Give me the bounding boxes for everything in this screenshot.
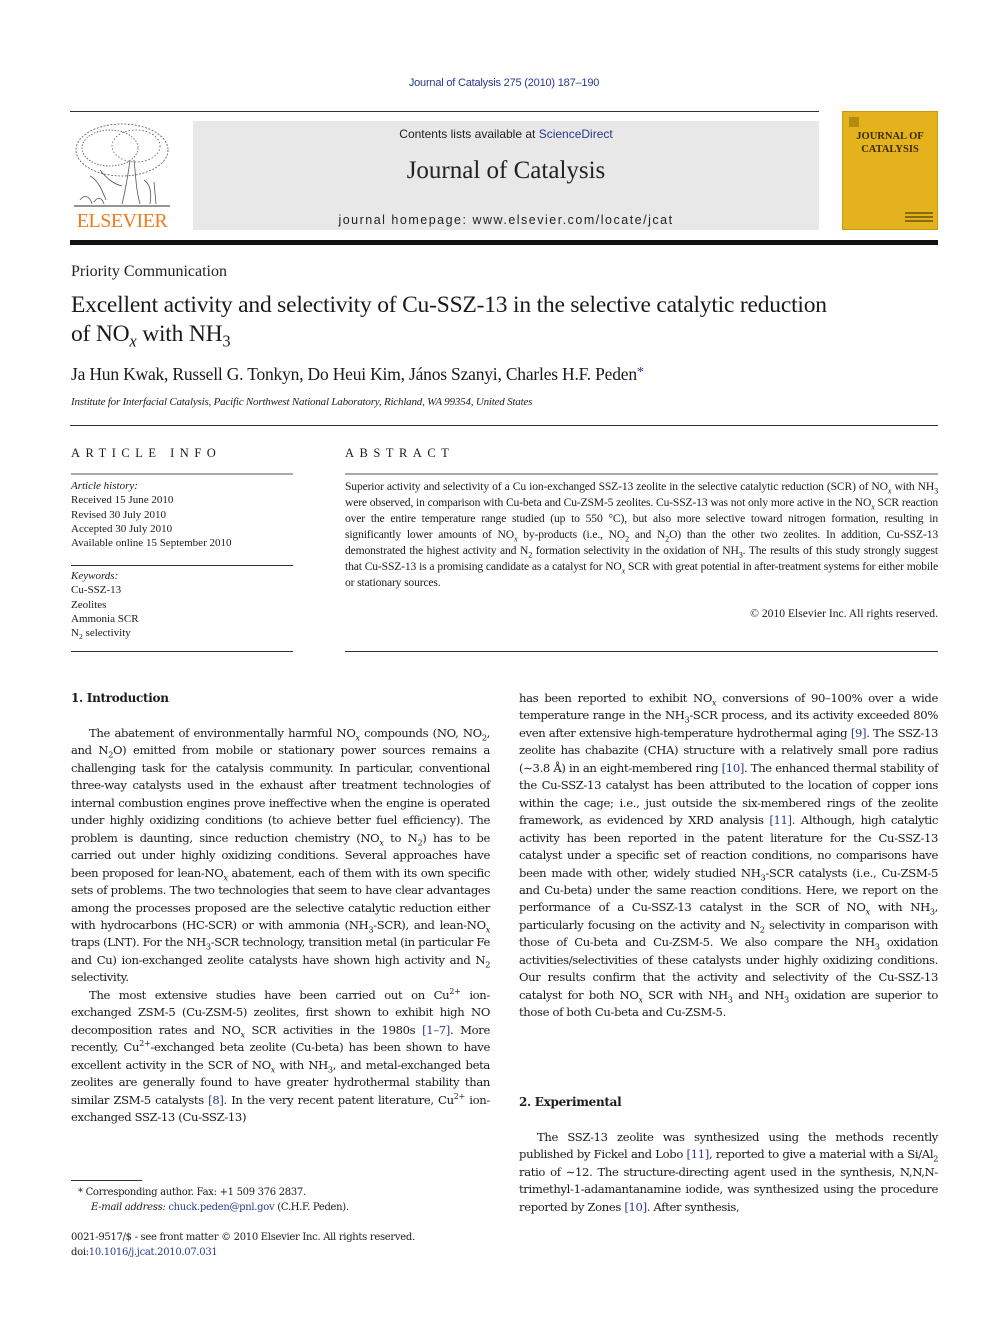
contents-prefix: Contents lists available at xyxy=(399,127,539,141)
reference-link[interactable]: [11] xyxy=(769,813,792,827)
header-thick-rule xyxy=(70,240,938,245)
email-label: E-mail address: xyxy=(91,1202,169,1213)
affiliation: Institute for Interfacial Catalysis, Pac… xyxy=(71,396,533,408)
email-link[interactable]: chuck.peden@pnl.gov xyxy=(168,1202,274,1213)
article-info-bottom-rule xyxy=(71,651,293,652)
keyword-item: Cu-SSZ-13 xyxy=(71,584,122,597)
intro-paragraph-1: The abatement of environmentally harmful… xyxy=(71,726,491,985)
abstract-copyright: © 2010 Elsevier Inc. All rights reserved… xyxy=(750,607,938,620)
cover-title: JOURNAL OF CATALYSIS xyxy=(843,130,937,156)
experimental-paragraph-1: The SSZ-13 zeolite was synthesized using… xyxy=(519,1130,938,1214)
article-info-heading: ARTICLE INFO xyxy=(71,446,222,460)
cover-badge-icon xyxy=(905,212,933,224)
introduction-body-continued: has been reported to exhibit NOx convers… xyxy=(519,690,938,1022)
journal-citation-link[interactable]: Journal of Catalysis 275 (2010) 187–190 xyxy=(0,77,992,89)
front-matter: 0021-9517/$ - see front matter © 2010 El… xyxy=(71,1230,415,1260)
keyword-item: Ammonia SCR xyxy=(71,612,139,625)
introduction-body: The abatement of environmentally harmful… xyxy=(71,725,490,1126)
experimental-body: The SSZ-13 zeolite was synthesized using… xyxy=(519,1129,938,1216)
history-label: Article history: xyxy=(71,480,138,492)
intro-paragraph-2-continued: has been reported to exhibit NOx convers… xyxy=(519,691,939,1020)
article-title: Excellent activity and selectivity of Cu… xyxy=(71,291,941,349)
journal-masthead: Contents lists available at ScienceDirec… xyxy=(193,121,819,230)
keywords-label: Keywords: xyxy=(71,570,119,582)
article-history: Article history: Received 15 June 2010 R… xyxy=(71,479,293,550)
footnote-text: Corresponding author. Fax: +1 509 376 28… xyxy=(82,1187,307,1198)
abstract-text: Superior activity and selectivity of a C… xyxy=(345,480,938,589)
abstract-rule xyxy=(345,473,938,475)
cover-title-line1: JOURNAL OF xyxy=(856,131,924,142)
reference-link[interactable]: [11] xyxy=(687,1147,710,1161)
section-heading-introduction: 1. Introduction xyxy=(71,691,169,705)
keyword-item: Zeolites xyxy=(71,598,107,611)
corresponding-author-link[interactable]: * xyxy=(637,365,644,380)
history-online: Available online 15 September 2010 xyxy=(71,537,232,550)
abstract-heading: ABSTRACT xyxy=(345,446,455,460)
keywords-rule xyxy=(71,565,293,566)
abstract-bottom-rule xyxy=(345,651,938,652)
contents-line: Contents lists available at ScienceDirec… xyxy=(193,127,819,141)
reference-link[interactable]: [1–7] xyxy=(422,1023,450,1037)
article-info-rule xyxy=(71,473,293,475)
title-line-2: of NOx with NH3 xyxy=(71,321,231,351)
reference-link[interactable]: [8] xyxy=(208,1093,224,1107)
sciencedirect-link[interactable]: ScienceDirect xyxy=(539,127,613,141)
journal-homepage-link[interactable]: journal homepage: www.elsevier.com/locat… xyxy=(193,213,819,227)
keyword-item: N2 selectivity xyxy=(71,627,131,642)
header-divider xyxy=(70,111,819,112)
authors-text: Ja Hun Kwak, Russell G. Tonkyn, Do Heui … xyxy=(71,364,637,384)
journal-cover-thumbnail: JOURNAL OF CATALYSIS xyxy=(842,111,938,230)
intro-paragraph-2: The most extensive studies have been car… xyxy=(71,985,491,1124)
corresponding-author-footnote: * Corresponding author. Fax: +1 509 376 … xyxy=(78,1185,349,1215)
doi-link[interactable]: 10.1016/j.jcat.2010.07.031 xyxy=(89,1247,218,1258)
reference-link[interactable]: [10] xyxy=(722,761,745,775)
keywords: Keywords: Cu-SSZ-13 Zeolites Ammonia SCR… xyxy=(71,569,293,642)
doi-label: doi: xyxy=(71,1247,89,1258)
author-list: Ja Hun Kwak, Russell G. Tonkyn, Do Heui … xyxy=(71,364,644,385)
elsevier-wordmark: ELSEVIER xyxy=(76,210,168,232)
title-divider xyxy=(70,425,938,426)
reference-link[interactable]: [10] xyxy=(624,1200,647,1214)
email-suffix: (C.H.F. Peden). xyxy=(274,1202,349,1213)
cover-logo-icon xyxy=(849,117,859,127)
article-type: Priority Communication xyxy=(71,263,227,280)
footnote-rule xyxy=(71,1180,142,1181)
tree-icon xyxy=(74,123,170,207)
journal-name: Journal of Catalysis xyxy=(406,157,606,184)
cover-title-line2: CATALYSIS xyxy=(861,144,919,155)
reference-link[interactable]: [9] xyxy=(851,726,867,740)
history-accepted: Accepted 30 July 2010 xyxy=(71,522,173,535)
history-received: Received 15 June 2010 xyxy=(71,494,174,507)
history-revised: Revised 30 July 2010 xyxy=(71,508,167,521)
title-line-1: Excellent activity and selectivity of Cu… xyxy=(71,292,827,318)
section-heading-experimental: 2. Experimental xyxy=(519,1095,622,1109)
issn-line: 0021-9517/$ - see front matter © 2010 El… xyxy=(71,1232,415,1243)
